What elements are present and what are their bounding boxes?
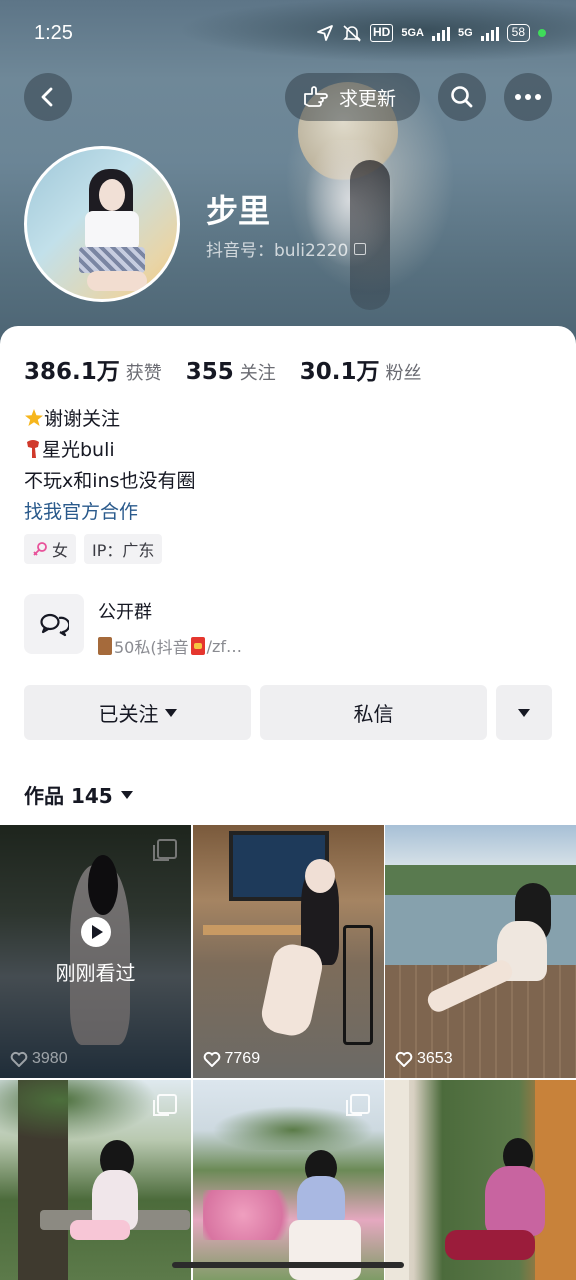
group-chat-icon	[24, 594, 84, 654]
more-options-button[interactable]	[504, 73, 552, 121]
bio-line-2: 星光buli	[42, 439, 115, 461]
like-count-value: 3653	[417, 1050, 453, 1067]
followed-button[interactable]: 已关注	[24, 685, 251, 740]
group-title: 公开群	[98, 602, 152, 623]
works-grid: 刚刚看过 3980 7769 3653	[0, 825, 576, 1280]
group-subtitle: 50私(抖音 /zf…	[98, 634, 242, 658]
signal-icon-2	[480, 25, 499, 41]
privacy-indicator-dot	[538, 29, 546, 37]
stat-likes[interactable]: 386.1万 获赞	[24, 352, 162, 386]
hand-point-icon	[304, 86, 328, 107]
like-count-value: 7769	[224, 1050, 261, 1067]
profile-nickname: 步里	[206, 192, 271, 230]
scarf-emoji-icon	[27, 440, 39, 458]
video-thumbnail[interactable]: 7769	[192, 825, 384, 1078]
bio-line-3: 不玩x和ins也没有圈	[24, 470, 196, 492]
hd-badge: HD	[369, 24, 394, 42]
search-icon	[451, 86, 473, 108]
copy-icon[interactable]	[354, 242, 367, 255]
status-time: 1:25	[34, 22, 73, 44]
status-bar: 1:25 HD 5GA 5G 58	[0, 0, 576, 70]
play-icon	[80, 917, 111, 947]
home-indicator[interactable]	[172, 1262, 404, 1268]
stat-following-label: 关注	[239, 363, 276, 384]
chevron-down-icon	[164, 708, 177, 717]
gender-tag: 女	[24, 534, 77, 564]
like-count: 7769	[203, 1050, 261, 1068]
heart-icon	[203, 1051, 220, 1067]
ip-location-label: IP：广东	[92, 541, 155, 560]
battery-icon: 58	[506, 24, 530, 42]
fan-group-entry[interactable]: 公开群 50私(抖音 /zf…	[24, 594, 242, 658]
profile-stats: 386.1万 获赞 355 关注 30.1万 粉丝	[24, 352, 446, 386]
like-count-value: 3980	[32, 1050, 68, 1067]
stat-likes-value: 386.1万	[24, 359, 120, 385]
profile-actions: 已关注 私信	[24, 685, 552, 740]
stat-following-value: 355	[185, 359, 234, 385]
more-actions-button[interactable]	[496, 685, 552, 740]
works-tab[interactable]: 作品 145	[24, 780, 133, 809]
search-button[interactable]	[438, 73, 486, 121]
bio-line-1: 谢谢关注	[44, 408, 121, 430]
gender-label: 女	[52, 541, 69, 560]
stat-followers-value: 30.1万	[299, 359, 380, 385]
video-thumbnail[interactable]	[0, 1080, 191, 1280]
douyin-id[interactable]: 抖音号：buli2220	[206, 236, 367, 261]
profile-tags: 女 IP：广东	[24, 534, 163, 564]
request-update-button[interactable]: 求更新	[285, 73, 420, 121]
works-label: 作品 145	[24, 784, 113, 808]
stat-followers[interactable]: 30.1万 粉丝	[300, 352, 422, 386]
douyin-id-text: 抖音号：buli2220	[206, 241, 349, 261]
network-5g: 5G	[457, 27, 473, 39]
chevron-left-icon	[41, 87, 53, 107]
red-envelope-emoji-icon	[190, 637, 205, 655]
video-thumbnail[interactable]: 刚刚看过 3980	[0, 825, 191, 1078]
recently-watched-overlay: 刚刚看过	[0, 825, 191, 1078]
video-thumbnail[interactable]	[385, 1080, 576, 1280]
ip-location-tag: IP：广东	[84, 534, 163, 564]
stat-followers-label: 粉丝	[385, 363, 422, 384]
bio-business-link[interactable]: 找我官方合作	[24, 497, 195, 528]
network-5ga: 5GA	[401, 27, 424, 39]
heart-icon	[10, 1051, 28, 1067]
door-emoji-icon	[98, 637, 112, 655]
multi-image-icon	[345, 1094, 370, 1116]
heart-icon	[395, 1051, 413, 1067]
chevron-down-icon	[518, 708, 530, 717]
female-icon	[33, 542, 47, 556]
back-button[interactable]	[24, 73, 72, 121]
message-button[interactable]: 私信	[260, 685, 487, 740]
mute-bell-icon	[343, 25, 361, 42]
message-label: 私信	[353, 702, 394, 726]
location-icon	[317, 25, 333, 41]
like-count: 3653	[395, 1050, 453, 1068]
group-subtitle-a: 50私(抖音	[114, 638, 189, 657]
multi-image-icon	[153, 1094, 177, 1116]
recently-watched-label: 刚刚看过	[55, 961, 136, 985]
group-subtitle-b: /zf…	[206, 636, 243, 656]
more-dots-icon	[515, 94, 541, 100]
chevron-down-icon	[120, 790, 133, 799]
signal-icon	[431, 25, 450, 41]
video-thumbnail[interactable]: 3653	[385, 825, 576, 1078]
profile-bio: 谢谢关注 星光buli 不玩x和ins也没有圈 找我官方合作	[24, 404, 195, 528]
video-thumbnail[interactable]	[192, 1080, 384, 1280]
star-emoji-icon	[25, 409, 43, 426]
avatar[interactable]	[24, 146, 180, 302]
like-count: 3980	[10, 1050, 68, 1068]
request-update-label: 求更新	[339, 87, 397, 110]
status-icons: HD 5GA 5G 58	[316, 24, 546, 42]
stat-following[interactable]: 355 关注	[186, 359, 276, 385]
stat-likes-label: 获赞	[125, 363, 162, 384]
followed-label: 已关注	[98, 702, 159, 726]
